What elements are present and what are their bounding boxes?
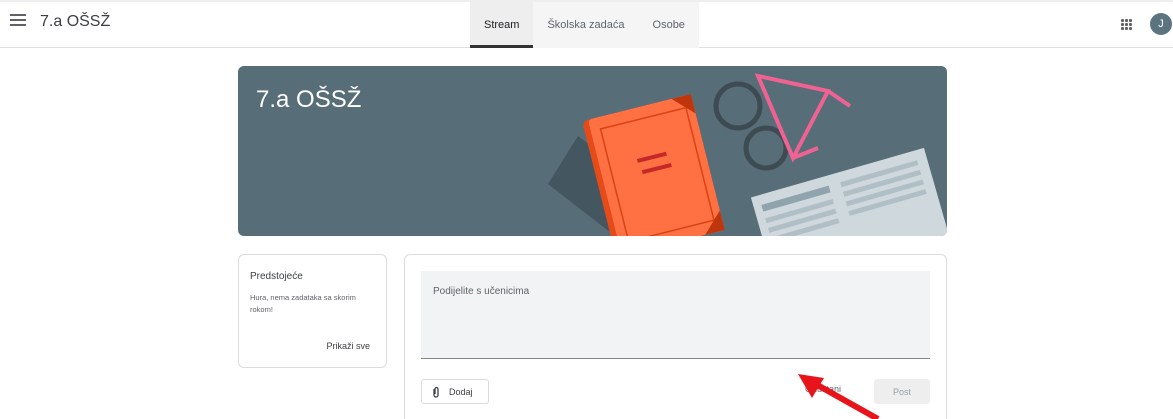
view-all-link[interactable]: Prikaži sve [326, 341, 370, 351]
class-banner: 7.a OŠSŽ [238, 66, 947, 236]
google-apps-grid-icon[interactable] [1121, 19, 1132, 30]
tab-label: Školska zadaća [547, 19, 625, 31]
class-title[interactable]: 7.a OŠSŽ [40, 13, 110, 31]
top-app-bar: 7.a OŠSŽ Stream Školska zadaća Osobe J [0, 0, 1173, 48]
banner-title: 7.a OŠSŽ [256, 86, 362, 113]
add-attachment-button[interactable]: Dodaj [421, 379, 489, 404]
upcoming-message: Hura, nema zadataka sa skorim rokom! [250, 293, 356, 314]
announcement-placeholder: Podijelite s učenicima [433, 286, 530, 297]
tab-people[interactable]: Osobe [638, 2, 699, 48]
avatar[interactable]: J [1150, 13, 1172, 35]
tab-classwork[interactable]: Školska zadaća [533, 2, 639, 48]
tab-bar: Stream Školska zadaća Osobe [470, 2, 699, 48]
tab-label: Stream [484, 19, 520, 31]
announcement-input[interactable]: Podijelite s učenicima [421, 271, 930, 359]
tab-stream[interactable]: Stream [470, 2, 534, 48]
upcoming-title: Predstojeće [250, 271, 303, 282]
upcoming-card: Predstojeće Hura, nema zadataka sa skori… [238, 254, 387, 368]
paperclip-icon [433, 386, 439, 398]
tab-label: Osobe [652, 19, 685, 31]
add-label: Dodaj [449, 386, 473, 397]
hamburger-menu-icon[interactable] [10, 14, 26, 28]
red-arrow-annotation [798, 374, 880, 419]
